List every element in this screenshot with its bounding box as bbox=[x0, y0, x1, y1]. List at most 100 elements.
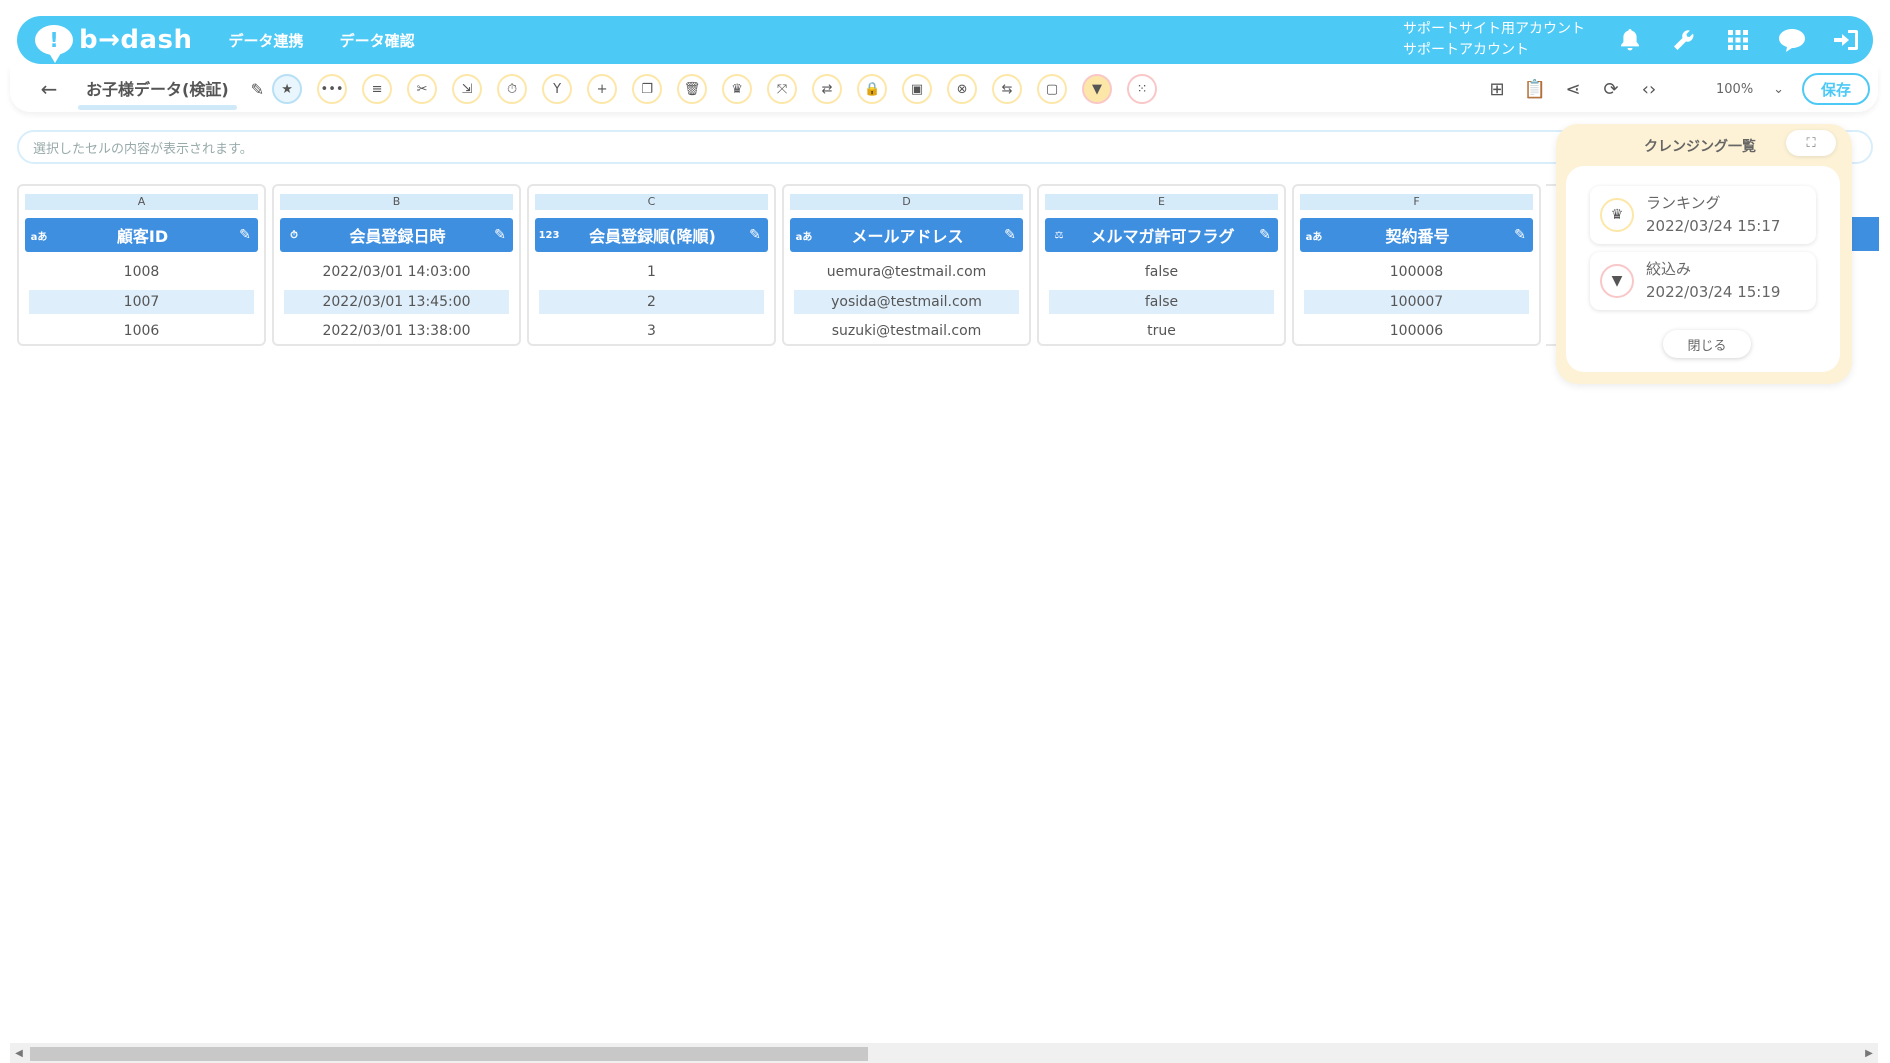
table-cell[interactable]: false bbox=[1049, 260, 1274, 284]
logout-icon[interactable] bbox=[1819, 20, 1873, 60]
nav-data-integration[interactable]: データ連携 bbox=[229, 30, 304, 51]
table-cell[interactable]: 2022/03/01 13:38:00 bbox=[284, 319, 509, 343]
refresh-icon[interactable]: ⟳ bbox=[1592, 72, 1630, 106]
edit-toolbar: ← お子様データ(検証) ✎ ★ ••• ≡ ✂ ⇲ ⏱ Y + ❐ 🗑 ♛ ⤧… bbox=[10, 66, 1878, 112]
datetime-type-icon: ⏱ bbox=[290, 229, 298, 241]
table-cell[interactable]: false bbox=[1049, 290, 1274, 314]
clipboard-icon[interactable]: 📋 bbox=[1516, 72, 1554, 106]
scroll-left-icon[interactable]: ◀ bbox=[10, 1043, 28, 1063]
scroll-right-icon[interactable]: ▶ bbox=[1860, 1043, 1878, 1063]
scissors-icon[interactable]: ✂ bbox=[407, 74, 438, 104]
box-icon[interactable]: ▣ bbox=[902, 74, 933, 104]
table-cell[interactable]: 100007 bbox=[1304, 290, 1529, 314]
app-header: ! b→dash データ連携 データ確認 サポートサイト用アカウント サポートア… bbox=[17, 16, 1873, 64]
table-cell[interactable]: 1007 bbox=[29, 290, 254, 314]
code-icon[interactable]: ‹› bbox=[1630, 72, 1668, 106]
pencil-icon[interactable]: ✎ bbox=[1252, 227, 1278, 243]
table-cell[interactable]: 2 bbox=[539, 290, 764, 314]
trash-icon[interactable]: 🗑 bbox=[677, 74, 708, 104]
arrow-left-icon[interactable]: ← bbox=[32, 77, 66, 101]
column-a[interactable]: A aあ 顧客ID ✎ 1008 1007 1006 bbox=[17, 184, 266, 346]
filter-icon[interactable]: ▼ bbox=[1082, 74, 1113, 104]
timer-icon[interactable]: ⏱ bbox=[497, 74, 528, 104]
column-e[interactable]: E ⚖ メルマガ許可フラグ ✎ false false true bbox=[1037, 184, 1286, 346]
lock-icon[interactable]: 🔒 bbox=[857, 74, 888, 104]
filter-icon: ▼ bbox=[1600, 264, 1634, 298]
column-letter[interactable]: D bbox=[790, 194, 1023, 210]
column-header[interactable]: aあ 契約番号 ✎ bbox=[1300, 218, 1533, 252]
account-info[interactable]: サポートサイト用アカウント サポートアカウント bbox=[1403, 19, 1585, 61]
column-f[interactable]: F aあ 契約番号 ✎ 100008 100007 100006 bbox=[1292, 184, 1541, 346]
table-cell[interactable]: uemura@testmail.com bbox=[794, 260, 1019, 284]
share-icon[interactable]: ⋖ bbox=[1554, 72, 1592, 106]
column-letter[interactable]: B bbox=[280, 194, 513, 210]
column-header[interactable]: ⏱ 会員登録日時 ✎ bbox=[280, 218, 513, 252]
column-c[interactable]: C 123 会員登録順(降順) ✎ 1 2 3 bbox=[527, 184, 776, 346]
expand-icon[interactable]: ⛶ bbox=[1786, 130, 1836, 156]
entry-time: 2022/03/24 15:17 bbox=[1646, 217, 1781, 235]
zoom-select[interactable]: 100% ⌄ bbox=[1686, 74, 1794, 104]
pencil-icon[interactable]: ✎ bbox=[742, 227, 768, 243]
column-header-partial[interactable] bbox=[1849, 217, 1879, 251]
frame-icon[interactable]: ▢ bbox=[1037, 74, 1068, 104]
table-cell[interactable]: 1008 bbox=[29, 260, 254, 284]
panel-title: クレンジング一覧 bbox=[1644, 139, 1756, 155]
swap-icon[interactable]: ⇆ bbox=[992, 74, 1023, 104]
table-cell[interactable]: 1 bbox=[539, 260, 764, 284]
table-cell[interactable]: suzuki@testmail.com bbox=[794, 319, 1019, 343]
nav-data-check[interactable]: データ確認 bbox=[340, 30, 415, 51]
table-cell[interactable]: 1006 bbox=[29, 319, 254, 343]
table-cell[interactable]: yosida@testmail.com bbox=[794, 290, 1019, 314]
column-d[interactable]: D aあ メールアドレス ✎ uemura@testmail.com yosid… bbox=[782, 184, 1031, 346]
compress-icon[interactable]: ⇲ bbox=[452, 74, 483, 104]
table-cell[interactable]: 100006 bbox=[1304, 319, 1529, 343]
column-header[interactable]: 123 会員登録順(降順) ✎ bbox=[535, 218, 768, 252]
pencil-icon[interactable]: ✎ bbox=[487, 227, 513, 243]
horizontal-scrollbar[interactable]: ◀ ▶ bbox=[10, 1043, 1878, 1063]
table-cell[interactable]: true bbox=[1049, 319, 1274, 343]
column-header[interactable]: aあ 顧客ID ✎ bbox=[25, 218, 258, 252]
panel-body: ♛ ランキング 2022/03/24 15:17 ▼ 絞込み 2022/03/2… bbox=[1566, 166, 1840, 372]
grid-dots-icon[interactable]: ⁙ bbox=[1127, 74, 1158, 104]
table-cell[interactable]: 3 bbox=[539, 319, 764, 343]
save-button[interactable]: 保存 bbox=[1802, 73, 1870, 105]
dataset-name[interactable]: お子様データ(検証) bbox=[78, 76, 237, 110]
table-cell[interactable]: 2022/03/01 13:45:00 bbox=[284, 290, 509, 314]
column-header[interactable]: ⚖ メルマガ許可フラグ ✎ bbox=[1045, 218, 1278, 252]
table-cell[interactable]: 2022/03/01 14:03:00 bbox=[284, 260, 509, 284]
column-title: メルマガ許可フラグ bbox=[1090, 227, 1235, 246]
account-line1: サポートサイト用アカウント bbox=[1403, 21, 1585, 37]
merge-icon[interactable]: Y bbox=[542, 74, 573, 104]
copy-icon[interactable]: ❐ bbox=[632, 74, 663, 104]
star-icon[interactable]: ★ bbox=[272, 74, 303, 104]
cleansing-entry[interactable]: ♛ ランキング 2022/03/24 15:17 bbox=[1590, 186, 1816, 244]
table-cell[interactable]: 100008 bbox=[1304, 260, 1529, 284]
cleansing-entry[interactable]: ▼ 絞込み 2022/03/24 15:19 bbox=[1590, 252, 1816, 310]
wrench-icon[interactable] bbox=[1657, 20, 1711, 60]
repeat-icon[interactable]: ⇄ bbox=[812, 74, 843, 104]
grid-icon[interactable] bbox=[1711, 20, 1765, 60]
lines-icon[interactable]: ≡ bbox=[362, 74, 393, 104]
plus-icon[interactable]: + bbox=[587, 74, 618, 104]
chat-icon[interactable] bbox=[1765, 20, 1819, 60]
number-type-icon: 123 bbox=[538, 229, 560, 241]
close-circle-icon[interactable]: ⊗ bbox=[947, 74, 978, 104]
scroll-thumb[interactable] bbox=[30, 1047, 868, 1061]
column-header[interactable]: aあ メールアドレス ✎ bbox=[790, 218, 1023, 252]
column-letter[interactable]: A bbox=[25, 194, 258, 210]
close-button[interactable]: 閉じる bbox=[1663, 330, 1751, 358]
column-letter[interactable]: C bbox=[535, 194, 768, 210]
pencil-icon[interactable]: ✎ bbox=[232, 227, 258, 243]
flow-icon[interactable]: ⊞ bbox=[1478, 72, 1516, 106]
column-letter[interactable]: E bbox=[1045, 194, 1278, 210]
expand-icon[interactable]: ⤧ bbox=[767, 74, 798, 104]
column-b[interactable]: B ⏱ 会員登録日時 ✎ 2022/03/01 14:03:00 2022/03… bbox=[272, 184, 521, 346]
crown-icon[interactable]: ♛ bbox=[722, 74, 753, 104]
dots-icon[interactable]: ••• bbox=[317, 74, 348, 104]
brand-logo[interactable]: ! b→dash bbox=[35, 25, 193, 63]
pencil-icon[interactable]: ✎ bbox=[1507, 227, 1533, 243]
pencil-icon[interactable]: ✎ bbox=[251, 80, 264, 99]
bell-icon[interactable] bbox=[1603, 20, 1657, 60]
column-letter[interactable]: F bbox=[1300, 194, 1533, 210]
pencil-icon[interactable]: ✎ bbox=[997, 227, 1023, 243]
